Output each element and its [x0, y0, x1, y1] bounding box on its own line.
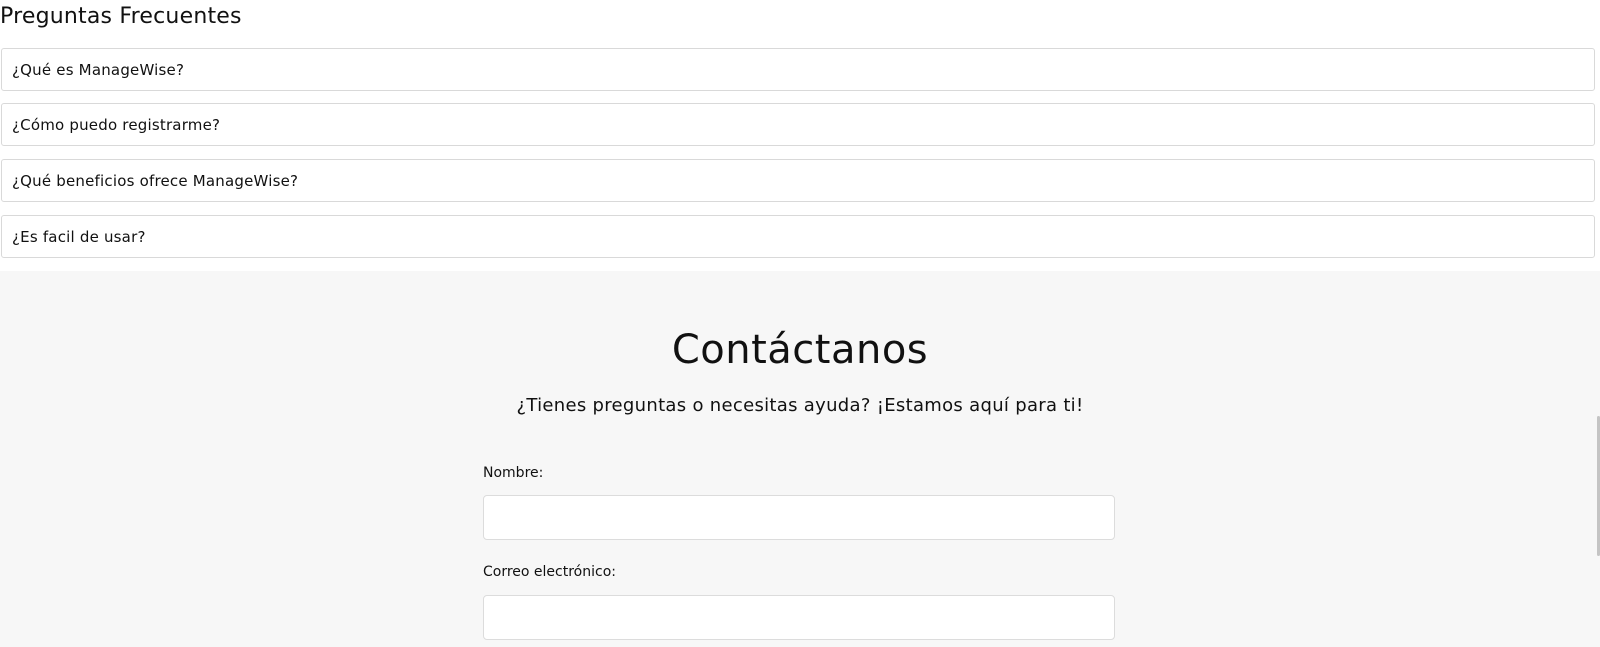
faq-item-what-is[interactable]: ¿Qué es ManageWise?	[1, 48, 1595, 91]
faq-item-easy-to-use[interactable]: ¿Es facil de usar?	[1, 215, 1595, 258]
faq-item-register[interactable]: ¿Cómo puedo registrarme?	[1, 103, 1595, 146]
scrollbar[interactable]	[1596, 0, 1600, 647]
faq-question: ¿Cómo puedo registrarme?	[12, 116, 221, 134]
email-input[interactable]	[483, 595, 1115, 640]
name-label: Nombre:	[483, 465, 544, 481]
faq-question: ¿Qué es ManageWise?	[12, 61, 185, 79]
contact-title: Contáctanos	[671, 327, 929, 373]
faq-item-benefits[interactable]: ¿Qué beneficios ofrece ManageWise?	[1, 159, 1595, 202]
faq-question: ¿Qué beneficios ofrece ManageWise?	[12, 172, 299, 190]
email-label: Correo electrónico:	[483, 564, 616, 580]
faq-title: Preguntas Frecuentes	[0, 4, 242, 29]
contact-section: Contáctanos ¿Tienes preguntas o necesita…	[0, 271, 1600, 647]
faq-section: Preguntas Frecuentes ¿Qué es ManageWise?…	[0, 0, 1600, 271]
name-input[interactable]	[483, 495, 1115, 540]
contact-subtitle: ¿Tienes preguntas o necesitas ayuda? ¡Es…	[516, 395, 1084, 416]
faq-question: ¿Es facil de usar?	[12, 228, 146, 246]
